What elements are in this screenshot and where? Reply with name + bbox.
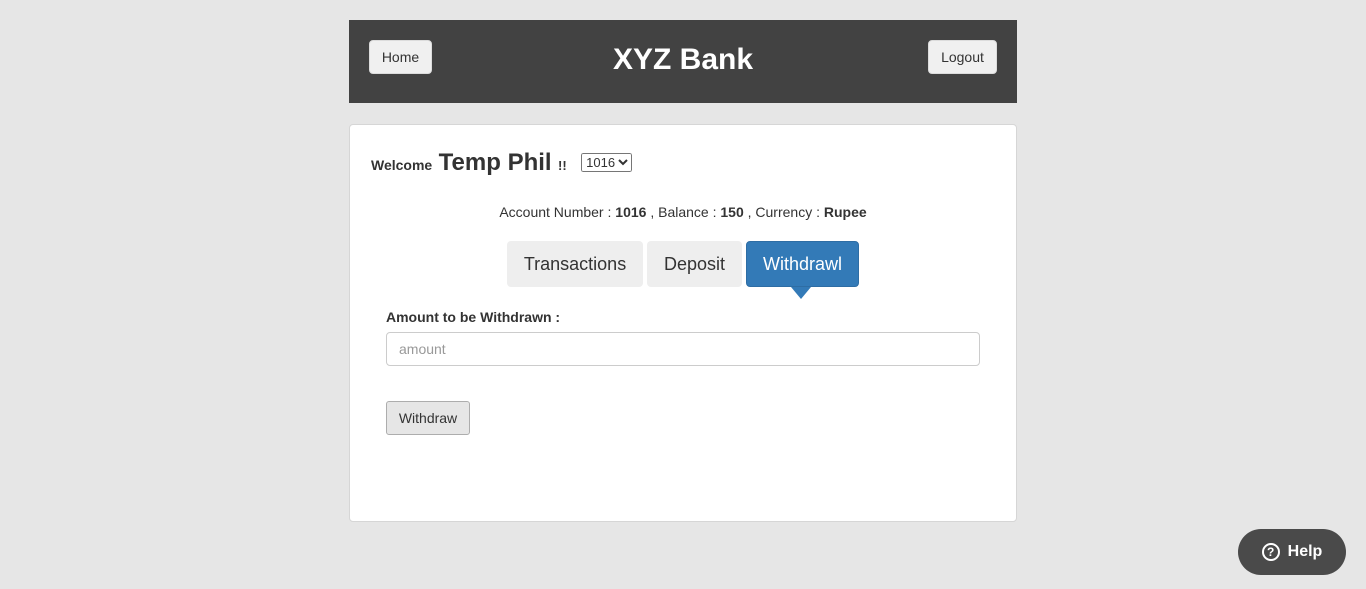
tab-deposit[interactable]: Deposit: [647, 241, 742, 287]
welcome-row: Welcome Temp Phil !! 1016: [371, 149, 633, 177]
tab-withdrawl[interactable]: Withdrawl: [746, 241, 859, 287]
currency-value: Rupee: [823, 204, 867, 220]
logout-button[interactable]: Logout: [928, 40, 997, 74]
account-info: Account Number : 1016 , Balance : 150 , …: [350, 204, 1016, 220]
welcome-suffix: !!: [558, 158, 567, 173]
balance-label: , Balance :: [650, 204, 717, 220]
help-button[interactable]: ? Help: [1238, 529, 1346, 575]
bank-title: XYZ Bank: [612, 43, 754, 76]
amount-label: Amount to be Withdrawn :: [386, 309, 561, 325]
active-tab-pointer: [791, 287, 811, 299]
account-panel: Welcome Temp Phil !! 1016 Account Number…: [349, 124, 1017, 522]
withdraw-button[interactable]: Withdraw: [386, 401, 470, 435]
account-number-select[interactable]: 1016: [581, 153, 633, 172]
account-number-label: Account Number :: [499, 204, 612, 220]
tab-transactions[interactable]: Transactions: [507, 241, 643, 287]
currency-label: , Currency :: [747, 204, 820, 220]
account-number-value: 1016: [615, 204, 647, 220]
top-header: Home XYZ Bank Logout: [349, 20, 1017, 103]
welcome-label: Welcome: [371, 157, 433, 173]
help-label: Help: [1287, 543, 1323, 560]
customer-name: Temp Phil: [438, 149, 552, 176]
amount-input[interactable]: [386, 332, 980, 366]
question-circle-icon: ?: [1261, 543, 1280, 561]
balance-value: 150: [720, 204, 744, 220]
